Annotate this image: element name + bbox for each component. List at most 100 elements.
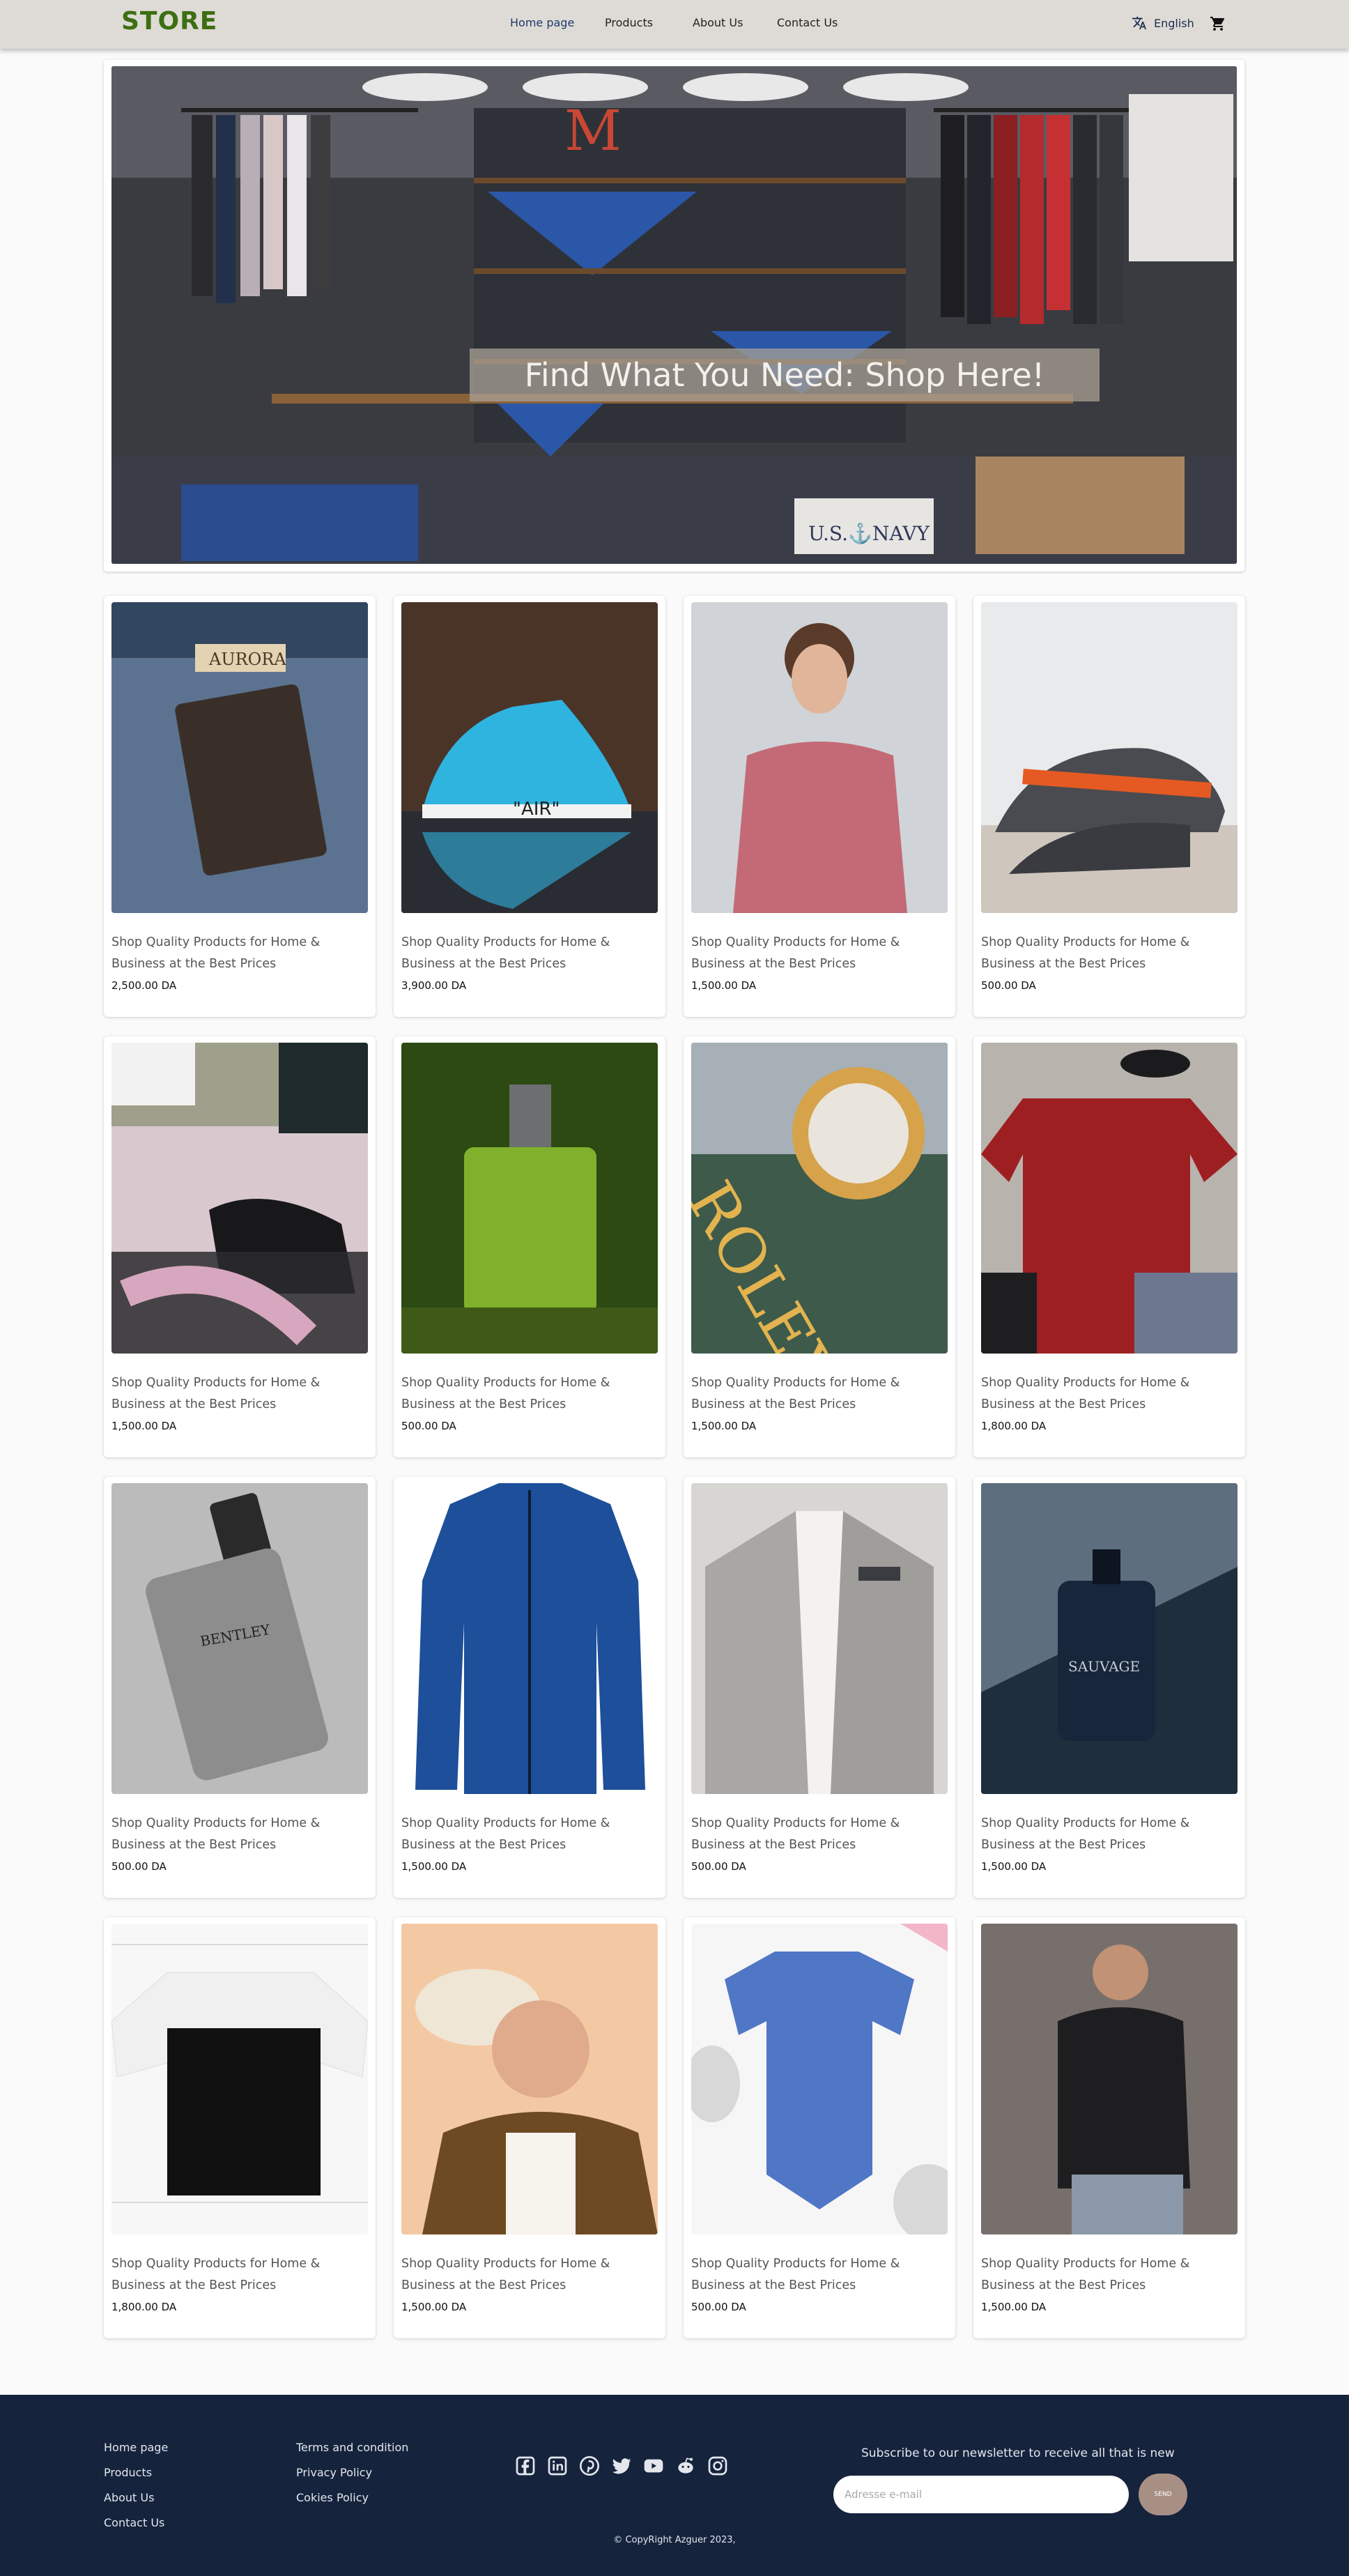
cart-button[interactable] [1210,15,1226,32]
twitter-icon[interactable] [610,2455,633,2477]
product-description: Shop Quality Products for Home & Busines… [691,1816,900,1852]
product-image[interactable] [691,602,948,913]
product-image[interactable]: "AIR" [401,602,658,913]
product-card[interactable]: Shop Quality Products for Home & Busines… [104,1036,376,1457]
product-image[interactable] [401,1924,658,2234]
product-price: 500.00 DA [981,979,1036,992]
product-image[interactable] [691,1483,948,1794]
nav-about[interactable]: About Us [693,16,743,29]
product-card[interactable]: AURORA Shop Quality Products for Home & … [104,596,376,1017]
product-image[interactable] [111,1924,368,2234]
footer-link-cookies[interactable]: Cokies Policy [296,2485,408,2510]
product-price: 1,500.00 DA [691,979,757,992]
product-image[interactable] [401,1043,658,1354]
footer-link-terms[interactable]: Terms and condition [296,2435,408,2460]
product-card[interactable]: Shop Quality Products for Home & Busines… [973,1036,1245,1457]
product-description: Shop Quality Products for Home & Busines… [981,1376,1190,1411]
product-image[interactable]: SAUVAGE [981,1483,1238,1794]
footer-links-legal: Terms and condition Privacy Policy Cokie… [296,2435,408,2510]
product-card[interactable]: "AIR" Shop Quality Products for Home & B… [394,596,665,1017]
product-price: 1,500.00 DA [111,1420,177,1432]
product-description: Shop Quality Products for Home & Busines… [111,1816,321,1852]
nav-home[interactable]: Home page [510,16,574,29]
pinterest-icon[interactable] [578,2455,601,2477]
product-description: Shop Quality Products for Home & Busines… [691,1376,900,1411]
product-description: Shop Quality Products for Home & Busines… [691,2257,900,2292]
nav-contact[interactable]: Contact Us [777,16,838,29]
newsletter-title: Subscribe to our newsletter to receive a… [861,2446,1175,2460]
product-image[interactable] [691,1924,948,2234]
product-card[interactable]: Shop Quality Products for Home & Busines… [684,1477,955,1898]
product-card[interactable]: Shop Quality Products for Home & Busines… [104,1917,376,2338]
newsletter-email-input[interactable] [833,2476,1129,2513]
product-price: 500.00 DA [111,1860,167,1873]
store-logo[interactable]: STORE [121,7,217,36]
product-price: 2,500.00 DA [111,979,177,992]
product-price: 3,900.00 DA [401,979,467,992]
hero-banner: Find What You Need: Shop Here! [470,348,1100,401]
product-card[interactable]: Shop Quality Products for Home & Busines… [973,1917,1245,2338]
hero-title: Find What You Need: Shop Here! [524,356,1045,394]
footer-link-contact[interactable]: Contact Us [104,2510,168,2536]
product-image[interactable] [401,1483,658,1794]
product-description: Shop Quality Products for Home & Busines… [691,935,900,971]
product-image[interactable] [981,1924,1238,2234]
product-description: Shop Quality Products for Home & Busines… [111,1376,321,1411]
product-price: 1,800.00 DA [111,2301,177,2313]
newsletter-send-button[interactable]: SEND [1139,2474,1187,2515]
svg-text:U.S.⚓NAVY: U.S.⚓NAVY [808,522,930,545]
product-card[interactable]: Shop Quality Products for Home & Busines… [394,1477,665,1898]
product-card[interactable]: BENTLEY Shop Quality Products for Home &… [104,1477,376,1898]
top-navbar: STORE Home page Products About Us Contac… [0,0,1349,49]
product-card[interactable]: Shop Quality Products for Home & Busines… [684,1917,955,2338]
svg-text:SAUVAGE: SAUVAGE [1068,1658,1140,1675]
facebook-icon[interactable] [514,2455,537,2477]
product-card[interactable]: Shop Quality Products for Home & Busines… [394,1036,665,1457]
product-description: Shop Quality Products for Home & Busines… [111,935,321,971]
language-label: English [1154,16,1194,30]
product-price: 1,500.00 DA [981,2301,1047,2313]
product-image[interactable] [111,1043,368,1354]
copyright: © CopyRight Azguer 2023, [613,2535,736,2545]
product-description: Shop Quality Products for Home & Busines… [401,1816,610,1852]
footer-link-privacy[interactable]: Privacy Policy [296,2460,408,2485]
svg-text:M: M [564,98,622,163]
product-card[interactable]: ROLEX Shop Quality Products for Home & B… [684,1036,955,1457]
instagram-icon[interactable] [707,2455,729,2477]
nav-products[interactable]: Products [605,16,653,29]
translate-icon [1132,15,1147,31]
footer-link-products[interactable]: Products [104,2460,168,2485]
product-description: Shop Quality Products for Home & Busines… [981,935,1190,971]
svg-text:AURORA: AURORA [208,650,286,669]
product-image[interactable] [981,602,1238,913]
product-description: Shop Quality Products for Home & Busines… [401,2257,610,2292]
product-card[interactable]: SAUVAGE Shop Quality Products for Home &… [973,1477,1245,1898]
svg-text:"AIR": "AIR" [513,799,560,820]
product-price: 1,500.00 DA [981,1860,1047,1873]
product-card[interactable]: Shop Quality Products for Home & Busines… [973,596,1245,1017]
product-image[interactable]: BENTLEY [111,1483,368,1794]
youtube-icon[interactable] [642,2455,665,2477]
product-image[interactable]: AURORA [111,602,368,913]
footer-link-home[interactable]: Home page [104,2435,168,2460]
hero-card: M U.S.⚓NAVY Find What You Need: Shop Her… [104,60,1244,572]
product-image[interactable]: ROLEX [691,1043,948,1354]
social-links [514,2455,729,2477]
product-price: 1,500.00 DA [401,2301,467,2313]
hero-image: M U.S.⚓NAVY Find What You Need: Shop Her… [111,66,1237,564]
product-description: Shop Quality Products for Home & Busines… [401,935,610,971]
product-card[interactable]: Shop Quality Products for Home & Busines… [684,596,955,1017]
product-image[interactable] [981,1043,1238,1354]
linkedin-icon[interactable] [546,2455,569,2477]
product-description: Shop Quality Products for Home & Busines… [981,1816,1190,1852]
product-price: 1,500.00 DA [401,1860,467,1873]
product-card[interactable]: Shop Quality Products for Home & Busines… [394,1917,665,2338]
reddit-icon[interactable] [674,2455,697,2477]
footer: Home page Products About Us Contact Us T… [0,2395,1349,2576]
product-description: Shop Quality Products for Home & Busines… [401,1376,610,1411]
product-price: 500.00 DA [691,2301,746,2313]
language-selector[interactable]: English [1132,15,1194,31]
footer-link-about[interactable]: About Us [104,2485,168,2510]
product-price: 1,500.00 DA [691,1420,757,1432]
product-price: 500.00 DA [691,1860,746,1873]
